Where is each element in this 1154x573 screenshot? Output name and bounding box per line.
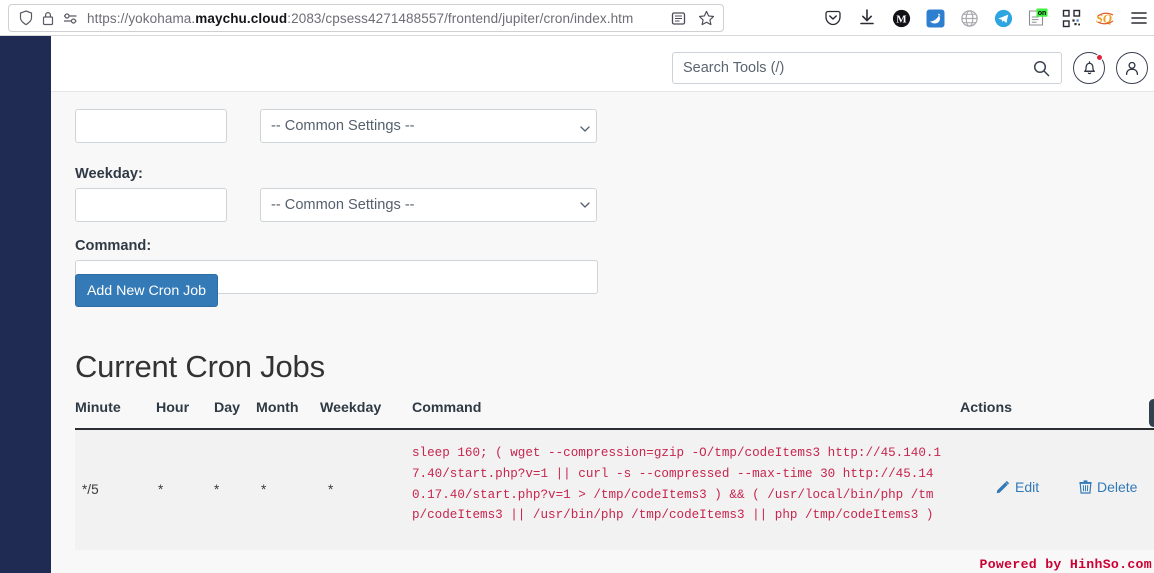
url-domain: maychu.cloud	[195, 10, 288, 26]
user-account-button[interactable]	[1116, 52, 1148, 84]
delete-button[interactable]: Delete	[1079, 479, 1137, 495]
sq-extension-icon[interactable]: SQ	[1094, 7, 1116, 29]
weekday-common-settings-select[interactable]: -- Common Settings --	[260, 188, 597, 222]
footer-watermark: Powered by HinhSo.com	[979, 557, 1152, 572]
downloads-icon[interactable]	[856, 7, 878, 29]
notifications-button[interactable]	[1073, 52, 1105, 84]
qr-code-icon[interactable]	[1060, 7, 1082, 29]
add-new-cron-job-button[interactable]: Add New Cron Job	[75, 274, 218, 307]
app-header	[51, 36, 1154, 92]
table-row: */5 * * * * sleep 160; ( wget --compress…	[75, 430, 1154, 550]
notification-badge	[1096, 54, 1103, 61]
app-menu-icon[interactable]	[1128, 7, 1150, 29]
column-header-command: Command	[412, 400, 482, 416]
pencil-icon	[996, 480, 1010, 494]
svg-text:M: M	[896, 13, 907, 25]
reader-view-icon[interactable]	[667, 8, 689, 28]
telegram-icon[interactable]	[992, 7, 1014, 29]
month-common-settings-select[interactable]: -- Common Settings --	[260, 109, 597, 143]
url-bar[interactable]: https://yokohama.maychu.cloud:2083/cpses…	[8, 4, 724, 32]
search-tools-container[interactable]	[672, 52, 1062, 84]
url-suffix: :2083/cpsess4271488557/frontend/jupiter/…	[287, 10, 634, 26]
extension-m-icon[interactable]: M	[890, 7, 912, 29]
extension-blue-bird-icon[interactable]	[924, 7, 946, 29]
cell-hour: *	[158, 482, 164, 497]
url-text[interactable]: https://yokohama.maychu.cloud:2083/cpses…	[87, 11, 667, 26]
weekday-label: Weekday:	[75, 166, 143, 182]
svg-text:on: on	[1037, 10, 1046, 17]
edit-button[interactable]: Edit	[996, 479, 1039, 495]
on-badge-extension-icon[interactable]: on	[1026, 7, 1048, 29]
month-select-value: -- Common Settings --	[271, 118, 415, 134]
column-header-weekday: Weekday	[320, 400, 382, 416]
column-header-minute: Minute	[75, 400, 121, 416]
month-value-input[interactable]	[75, 109, 227, 143]
permissions-icon[interactable]	[59, 8, 81, 28]
cell-month: *	[261, 482, 267, 497]
page-viewport: -- Common Settings -- Weekday: -- Common…	[0, 36, 1154, 573]
column-header-actions: Actions	[960, 400, 1013, 416]
pocket-icon[interactable]	[822, 7, 844, 29]
cell-weekday: *	[328, 482, 334, 497]
main-content: -- Common Settings -- Weekday: -- Common…	[51, 36, 1154, 573]
search-icon[interactable]	[1033, 60, 1061, 77]
command-label: Command:	[75, 238, 152, 254]
app-sidebar[interactable]	[0, 36, 51, 573]
table-scrollbar-thumb[interactable]	[1149, 399, 1154, 427]
cell-command: sleep 160; ( wget --compression=gzip -O/…	[412, 446, 942, 523]
page-title: Current Cron Jobs	[75, 349, 325, 384]
browser-chrome: https://yokohama.maychu.cloud:2083/cpses…	[0, 0, 1154, 36]
lock-icon[interactable]	[37, 8, 59, 28]
weekday-select-value: -- Common Settings --	[271, 197, 415, 213]
search-input[interactable]	[673, 53, 1033, 83]
shield-icon[interactable]	[15, 8, 37, 28]
bookmark-star-icon[interactable]	[695, 8, 717, 28]
column-header-month: Month	[256, 400, 299, 416]
globe-translate-icon[interactable]	[958, 7, 980, 29]
url-prefix: https://yokohama.	[87, 10, 196, 26]
edit-label: Edit	[1015, 479, 1040, 495]
column-header-hour: Hour	[156, 400, 190, 416]
cell-minute: */5	[82, 482, 99, 497]
cron-jobs-table: Minute Hour Day Month Weekday Command Ac…	[75, 400, 1154, 550]
user-avatar-icon	[1125, 61, 1139, 75]
weekday-value-input[interactable]	[75, 188, 227, 222]
browser-toolbar-icons: M on SQ	[822, 3, 1150, 33]
cell-day: *	[214, 482, 220, 497]
delete-label: Delete	[1097, 479, 1138, 495]
trash-icon	[1079, 480, 1092, 494]
column-header-day: Day	[214, 400, 241, 416]
notification-bell-icon	[1083, 61, 1095, 75]
